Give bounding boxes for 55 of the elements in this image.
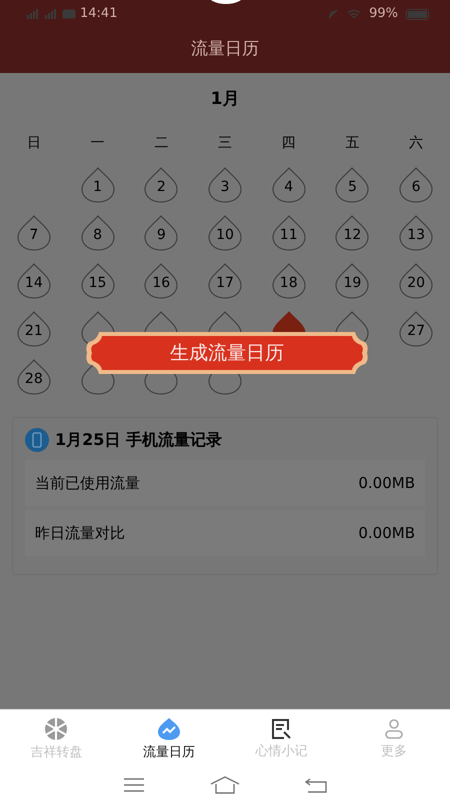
weekday-label: 五 bbox=[345, 134, 360, 152]
battery-level: 99% bbox=[369, 5, 398, 24]
stat-label: 当前已使用流量 bbox=[35, 472, 140, 494]
calendar-day[interactable]: 1 bbox=[80, 167, 115, 203]
calendar-day[interactable]: 17 bbox=[208, 263, 242, 299]
weekday-label: 二 bbox=[154, 134, 168, 152]
stat-value: 0.00MB bbox=[358, 522, 415, 544]
phone-icon bbox=[25, 428, 49, 452]
person-icon bbox=[382, 718, 405, 740]
card-title: 1月25日 手机流量记录 bbox=[55, 429, 222, 451]
weekday-label: 三 bbox=[218, 134, 232, 152]
hd-icon bbox=[62, 9, 76, 19]
signal-icon bbox=[44, 9, 58, 19]
calendar-day[interactable]: 11 bbox=[272, 215, 306, 251]
calendar-day[interactable]: 10 bbox=[208, 215, 242, 251]
calendar-day[interactable]: 28 bbox=[16, 359, 51, 395]
calendar-day[interactable]: 13 bbox=[399, 215, 434, 251]
calendar-day[interactable]: 21 bbox=[16, 311, 51, 347]
chart-drop-icon bbox=[156, 717, 181, 742]
calendar-day[interactable]: 3 bbox=[208, 167, 242, 203]
back-icon[interactable] bbox=[305, 777, 328, 793]
wifi-icon bbox=[347, 8, 362, 20]
stat-label: 昨日流量对比 bbox=[35, 522, 125, 544]
weekday-label: 日 bbox=[26, 134, 41, 152]
generate-calendar-dialog[interactable]: 生成流量日历 bbox=[85, 330, 369, 376]
calendar-day[interactable]: 12 bbox=[335, 215, 370, 251]
calendar-day[interactable]: 4 bbox=[272, 167, 306, 203]
weekday-label: 一 bbox=[90, 134, 105, 152]
signal-icon bbox=[26, 9, 40, 19]
status-time: 14:41 bbox=[80, 5, 118, 24]
calendar-day[interactable]: 2 bbox=[144, 167, 178, 203]
mute-icon bbox=[327, 8, 340, 20]
stat-value: 0.00MB bbox=[358, 472, 415, 494]
calendar-day[interactable]: 20 bbox=[399, 263, 434, 299]
note-icon bbox=[270, 718, 292, 740]
calendar-day[interactable]: 5 bbox=[335, 167, 370, 203]
calendar-day[interactable]: 8 bbox=[80, 215, 115, 251]
weekday-label: 六 bbox=[409, 134, 424, 152]
calendar-day[interactable]: 14 bbox=[16, 263, 51, 299]
home-icon[interactable] bbox=[210, 776, 240, 794]
page-title: 流量日历 bbox=[190, 38, 260, 61]
calendar-day[interactable]: 16 bbox=[144, 263, 178, 299]
calendar-day[interactable]: 27 bbox=[399, 311, 434, 347]
calendar-day[interactable]: 19 bbox=[335, 263, 370, 299]
battery-icon bbox=[406, 8, 430, 20]
month-title: 1月 bbox=[210, 88, 240, 111]
calendar-day[interactable]: 7 bbox=[16, 215, 51, 251]
calendar-day[interactable]: 15 bbox=[80, 263, 115, 299]
calendar-day[interactable]: 6 bbox=[399, 167, 434, 203]
weekday-label: 四 bbox=[282, 134, 296, 152]
calendar-day[interactable]: 18 bbox=[272, 263, 306, 299]
menu-icon[interactable] bbox=[122, 777, 145, 793]
wheel-icon bbox=[44, 717, 68, 742]
nav-tab[interactable]: 流量日历 bbox=[112, 710, 225, 770]
calendar-day[interactable]: 9 bbox=[144, 215, 178, 251]
